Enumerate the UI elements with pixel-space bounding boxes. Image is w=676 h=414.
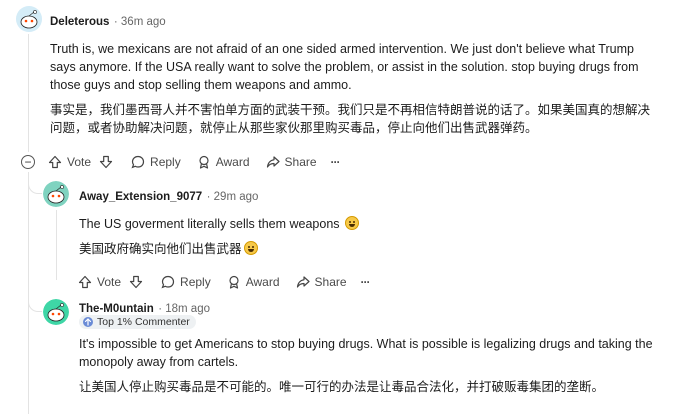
upvote-icon	[78, 275, 92, 289]
share-icon	[296, 276, 310, 288]
share-label: Share	[284, 155, 317, 169]
thread-connector	[28, 290, 42, 312]
reply-button[interactable]: Reply	[131, 155, 181, 169]
grinning-emoji-icon	[345, 216, 360, 230]
downvote-icon	[99, 155, 113, 169]
grinning-emoji-icon	[243, 241, 258, 255]
vote-label: Vote	[67, 155, 92, 169]
comment-actions: Vote Reply Award Share ···	[78, 274, 386, 290]
vote-label: Vote	[97, 275, 122, 289]
comment-text-zh-content: 美国政府确实向他们出售武器	[79, 242, 242, 256]
comment-text-zh: 事实是，我们墨西哥人并不害怕单方面的武装干预。我们只是不再相信特朗普说的话了。如…	[50, 103, 651, 135]
more-options-button[interactable]: ···	[330, 155, 341, 169]
downvote-button[interactable]	[129, 275, 143, 289]
upvote-icon	[48, 155, 62, 169]
downvote-icon	[129, 275, 143, 289]
top-commenter-icon	[83, 317, 93, 327]
award-button[interactable]: Award	[227, 275, 280, 289]
avatar[interactable]	[16, 6, 42, 32]
avatar[interactable]	[43, 181, 69, 207]
flair-badge: Top 1% Commenter	[79, 315, 196, 333]
badge-label: Top 1% Commenter	[97, 316, 190, 328]
comment-text-en-content: The US goverment literally sells them we…	[79, 217, 340, 231]
timestamp: · 18m ago	[158, 303, 210, 315]
award-label: Award	[245, 275, 280, 289]
more-options-icon: ···	[360, 275, 371, 289]
downvote-button[interactable]	[99, 155, 113, 169]
more-options-icon: ···	[330, 155, 341, 169]
award-label: Award	[215, 155, 250, 169]
comment-bubble-icon	[131, 155, 145, 169]
comment-actions: Vote Reply Award Share ···	[48, 154, 356, 170]
snoo-avatar-icon	[43, 299, 69, 325]
comment-text-zh: 让美国人停止购买毒品是不可能的。唯一可行的办法是让毒品合法化，并打破贩毒集团的垄…	[79, 380, 605, 394]
upvote-button[interactable]: Vote	[78, 275, 121, 289]
award-button[interactable]: Award	[197, 155, 250, 169]
share-button[interactable]: Share	[296, 275, 347, 289]
share-button[interactable]: Share	[266, 155, 317, 169]
snoo-avatar-icon	[16, 6, 42, 32]
thread-connector	[28, 172, 42, 194]
comment-text-en: The US goverment literally sells them we…	[79, 215, 659, 233]
more-options-button[interactable]: ···	[360, 275, 371, 289]
timestamp: · 36m ago	[113, 16, 166, 28]
comment-text-en: Truth is, we mexicans are not afraid of …	[50, 42, 639, 92]
share-icon	[266, 156, 280, 168]
author-name[interactable]: Away_Extension_9077	[79, 191, 202, 203]
share-label: Share	[314, 275, 347, 289]
upvote-button[interactable]: Vote	[48, 155, 91, 169]
author-name[interactable]: The-M0untain	[79, 303, 154, 315]
comment-text-en: It's impossible to get Americans to stop…	[79, 337, 653, 369]
thread-line[interactable]	[28, 34, 29, 152]
timestamp: · 29m ago	[206, 191, 259, 203]
award-icon	[199, 155, 209, 169]
author-name[interactable]: Deleterous	[50, 16, 109, 28]
reply-button[interactable]: Reply	[161, 275, 211, 289]
collapse-icon: −	[24, 155, 32, 169]
collapse-button[interactable]: −	[21, 155, 35, 169]
comment-header: Deleterous · 36m ago	[50, 12, 166, 30]
reply-label: Reply	[180, 275, 211, 289]
avatar[interactable]	[43, 299, 69, 325]
thread-line[interactable]	[56, 210, 57, 280]
award-icon	[229, 275, 239, 289]
reply-label: Reply	[150, 155, 181, 169]
comment-bubble-icon	[161, 275, 175, 289]
comment-text-zh: 美国政府确实向他们出售武器	[79, 240, 659, 258]
comment-header: Away_Extension_9077 · 29m ago	[79, 187, 258, 205]
snoo-avatar-icon	[43, 181, 69, 207]
